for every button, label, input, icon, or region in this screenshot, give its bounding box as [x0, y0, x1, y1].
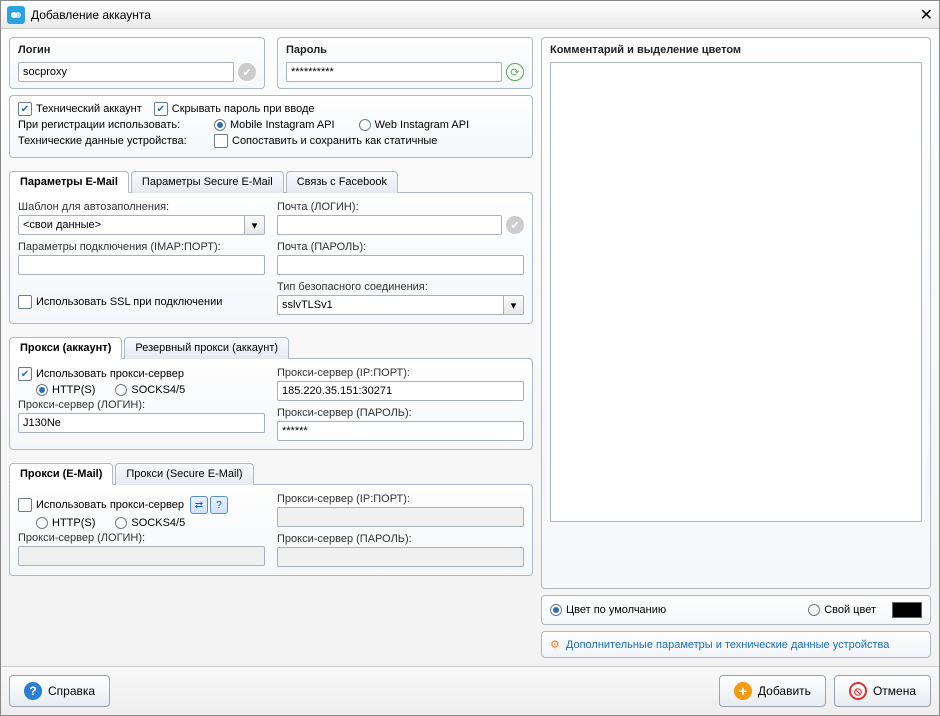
mail-login-label: Почта (ЛОГИН): — [277, 201, 524, 213]
proxy-http-radio[interactable]: HTTP(S) — [36, 384, 95, 396]
login-label: Логин — [18, 44, 256, 56]
proxy-email-http-radio[interactable]: HTTP(S) — [36, 517, 95, 529]
cancel-button[interactable]: ⦸ Отмена — [834, 675, 931, 707]
comment-panel: Комментарий и выделение цветом — [541, 37, 931, 589]
template-label: Шаблон для автозаполнения: — [18, 201, 265, 213]
proxy-email-pass-label: Прокси-сервер (ПАРОЛЬ): — [277, 533, 524, 545]
refresh-icon[interactable]: ⟳ — [506, 63, 524, 81]
checkbox-icon — [18, 102, 32, 116]
secure-type-label: Тип безопасного соединения: — [277, 281, 524, 293]
options-panel: Технический аккаунт Скрывать пароль при … — [9, 95, 533, 158]
login-input[interactable] — [18, 62, 234, 82]
cancel-icon: ⦸ — [849, 682, 867, 700]
dropdown-button[interactable]: ▾ — [245, 215, 265, 235]
tab-email-params[interactable]: Параметры E-Mail — [9, 171, 129, 193]
proxy-email-tabs: Прокси (E-Mail) Прокси (Secure E-Mail) — [9, 462, 533, 484]
tab-proxy-email[interactable]: Прокси (E-Mail) — [9, 463, 113, 485]
window-title: Добавление аккаунта — [31, 8, 151, 22]
web-api-radio[interactable]: Web Instagram API — [359, 119, 470, 131]
color-swatch[interactable] — [892, 602, 922, 618]
gear-icon: ⚙ — [550, 638, 560, 651]
check-icon: ✔ — [506, 216, 524, 234]
footer: ? Справка + Добавить ⦸ Отмена — [1, 666, 939, 715]
proxy-email-server-label: Прокси-сервер (IP:ПОРТ): — [277, 493, 524, 505]
plus-icon: + — [734, 682, 752, 700]
add-button[interactable]: + Добавить — [719, 675, 826, 707]
proxy-email-login-input[interactable] — [18, 546, 265, 566]
mobile-api-radio[interactable]: Mobile Instagram API — [214, 119, 335, 131]
comment-label: Комментарий и выделение цветом — [550, 44, 922, 56]
email-tabs: Параметры E-Mail Параметры Secure E-Mail… — [9, 170, 533, 192]
proxy-server-input[interactable] — [277, 381, 524, 401]
checkbox-icon — [214, 134, 228, 148]
registration-use-label: При регистрации использовать: — [18, 119, 208, 131]
radio-icon — [115, 384, 127, 396]
radio-icon — [214, 119, 226, 131]
use-proxy-email-checkbox[interactable]: Использовать прокси-сервер — [18, 498, 184, 512]
default-color-radio[interactable]: Цвет по умолчанию — [550, 604, 666, 616]
proxy-email-login-label: Прокси-сервер (ЛОГИН): — [18, 532, 265, 544]
help-button[interactable]: ? Справка — [9, 675, 110, 707]
proxy-login-input[interactable] — [18, 413, 265, 433]
checkbox-icon — [18, 367, 32, 381]
check-icon: ✔ — [238, 63, 256, 81]
mail-login-input[interactable] — [277, 215, 502, 235]
email-tab-body: Шаблон для автозаполнения: ▾ Параметры п… — [9, 192, 533, 324]
use-proxy-account-checkbox[interactable]: Использовать прокси-сервер — [18, 367, 265, 381]
proxy-server-label: Прокси-сервер (IP:ПОРТ): — [277, 367, 524, 379]
save-static-checkbox[interactable]: Сопоставить и сохранить как статичные — [214, 134, 437, 148]
proxy-email-socks-radio[interactable]: SOCKS4/5 — [115, 517, 185, 529]
device-data-label: Технические данные устройства: — [18, 135, 208, 147]
tab-backup-proxy-account[interactable]: Резервный прокси (аккаунт) — [124, 337, 289, 359]
checkbox-icon — [154, 102, 168, 116]
login-panel: Логин ✔ — [9, 37, 265, 89]
password-panel: Пароль ⟳ — [277, 37, 533, 89]
hide-password-checkbox[interactable]: Скрывать пароль при вводе — [154, 102, 315, 116]
password-label: Пароль — [286, 44, 524, 56]
proxy-account-body: Использовать прокси-сервер HTTP(S) SOCKS… — [9, 358, 533, 450]
use-ssl-checkbox[interactable]: Использовать SSL при подключении — [18, 295, 265, 309]
color-row: Цвет по умолчанию Свой цвет — [541, 595, 931, 625]
proxy-email-server-input[interactable] — [277, 507, 524, 527]
help-proxy-icon[interactable]: ? — [210, 496, 228, 514]
tab-proxy-account[interactable]: Прокси (аккаунт) — [9, 337, 122, 359]
titlebar: Добавление аккаунта ✕ — [1, 1, 939, 29]
app-icon — [7, 6, 25, 24]
tab-proxy-secure-email[interactable]: Прокси (Secure E-Mail) — [115, 463, 253, 485]
custom-color-radio[interactable]: Свой цвет — [808, 604, 876, 616]
close-icon[interactable]: ✕ — [920, 5, 933, 25]
proxy-socks-radio[interactable]: SOCKS4/5 — [115, 384, 185, 396]
comment-textarea[interactable] — [550, 62, 922, 522]
imap-label: Параметры подключения (IMAP:ПОРТ): — [18, 241, 265, 253]
radio-icon — [36, 384, 48, 396]
template-input[interactable] — [18, 215, 245, 235]
mail-pass-label: Почта (ПАРОЛЬ): — [277, 241, 524, 253]
radio-icon — [808, 604, 820, 616]
radio-icon — [36, 517, 48, 529]
password-input[interactable] — [286, 62, 502, 82]
tech-account-checkbox[interactable]: Технический аккаунт — [18, 102, 142, 116]
proxy-email-pass-input[interactable] — [277, 547, 524, 567]
radio-icon — [359, 119, 371, 131]
imap-input[interactable] — [18, 255, 265, 275]
checkbox-icon — [18, 498, 32, 512]
radio-icon — [550, 604, 562, 616]
secure-type-select[interactable] — [277, 295, 504, 315]
radio-icon — [115, 517, 127, 529]
proxy-pass-label: Прокси-сервер (ПАРОЛЬ): — [277, 407, 524, 419]
tab-facebook-link[interactable]: Связь с Facebook — [286, 171, 398, 193]
tab-secure-email-params[interactable]: Параметры Secure E-Mail — [131, 171, 284, 193]
copy-from-account-icon[interactable]: ⇄ — [190, 496, 208, 514]
checkbox-icon — [18, 295, 32, 309]
proxy-pass-input[interactable] — [277, 421, 524, 441]
extra-params-link[interactable]: ⚙ Дополнительные параметры и технические… — [541, 631, 931, 658]
help-icon: ? — [24, 682, 42, 700]
proxy-login-label: Прокси-сервер (ЛОГИН): — [18, 399, 265, 411]
mail-pass-input[interactable] — [277, 255, 524, 275]
proxy-account-tabs: Прокси (аккаунт) Резервный прокси (аккау… — [9, 336, 533, 358]
proxy-email-body: Использовать прокси-сервер ⇄ ? — [9, 484, 533, 576]
dropdown-button[interactable]: ▾ — [504, 295, 524, 315]
